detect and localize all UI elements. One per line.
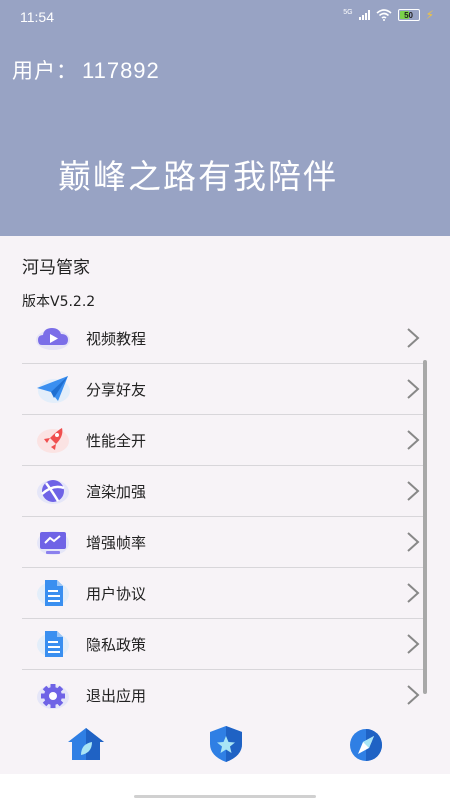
- app-version: 版本V5.2.2: [22, 294, 96, 310]
- menu-item-label: 增强帧率: [86, 533, 147, 552]
- menu-item-label: 视频教程: [86, 329, 147, 348]
- chevron-right-icon: [407, 481, 420, 501]
- user-info: 用户： 117892: [12, 55, 160, 85]
- header: 11:54 5G 50 ⚡ 用户： 117892 巅峰之路有我陪伴: [0, 0, 450, 236]
- nav-home-button[interactable]: [64, 722, 108, 766]
- menu-item-user-agreement[interactable]: 用户协议: [22, 568, 424, 619]
- chevron-right-icon: [407, 583, 420, 603]
- paper-plane-icon: [32, 371, 74, 407]
- menu-item-label: 用户协议: [86, 584, 147, 603]
- chevron-right-icon: [407, 430, 420, 450]
- menu-item-label: 分享好友: [86, 380, 147, 399]
- monitor-icon: [32, 524, 74, 560]
- slogan: 巅峰之路有我陪伴: [58, 157, 338, 196]
- chevron-right-icon: [407, 634, 420, 654]
- network-type: 5G: [343, 8, 353, 16]
- status-icons: 5G 50 ⚡: [343, 8, 434, 22]
- document-icon: [32, 575, 74, 611]
- chevron-right-icon: [407, 685, 420, 705]
- app-name: 河马管家: [22, 258, 90, 278]
- battery-icon: 50: [397, 9, 420, 21]
- menu-item-render-boost[interactable]: 渲染加强: [22, 466, 424, 517]
- menu-list: 视频教程 分享好友 性能全开 渲染加强 增强帧率 用户协议 隐私政策 退出应用: [22, 313, 424, 721]
- menu-item-label: 性能全开: [86, 431, 147, 450]
- planet-icon: [32, 473, 74, 509]
- shield-star-icon: [210, 726, 242, 762]
- chevron-right-icon: [407, 532, 420, 552]
- home-icon: [68, 728, 104, 760]
- chevron-right-icon: [407, 328, 420, 348]
- menu-item-privacy-policy[interactable]: 隐私政策: [22, 619, 424, 670]
- menu-item-label: 隐私政策: [86, 635, 147, 654]
- battery-level: 50: [404, 10, 414, 20]
- user-label: 用户：: [12, 59, 78, 83]
- status-bar: 11:54 5G 50 ⚡: [0, 0, 450, 32]
- menu-item-full-performance[interactable]: 性能全开: [22, 415, 424, 466]
- nav-compass-button[interactable]: [344, 722, 388, 766]
- menu-item-exit-app[interactable]: 退出应用: [22, 670, 424, 721]
- menu-item-label: 渲染加强: [86, 482, 147, 501]
- nav-shield-button[interactable]: [204, 722, 248, 766]
- compass-icon: [350, 729, 382, 761]
- video-cloud-icon: [32, 320, 74, 356]
- bottom-nav: [0, 718, 450, 774]
- status-time: 11:54: [20, 9, 54, 25]
- wifi-icon: [376, 9, 392, 21]
- home-indicator[interactable]: [134, 795, 316, 798]
- chevron-right-icon: [407, 379, 420, 399]
- menu-item-frame-boost[interactable]: 增强帧率: [22, 517, 424, 568]
- menu-item-video-tutorial[interactable]: 视频教程: [22, 313, 424, 364]
- gear-icon: [32, 678, 74, 714]
- menu-item-label: 退出应用: [86, 687, 147, 705]
- charging-icon: ⚡: [425, 8, 434, 22]
- menu-item-share-friends[interactable]: 分享好友: [22, 364, 424, 415]
- scrollbar[interactable]: [423, 360, 427, 694]
- user-id: 117892: [82, 58, 160, 83]
- document-icon: [32, 626, 74, 662]
- signal-icon: [358, 10, 370, 20]
- rocket-icon: [32, 422, 74, 458]
